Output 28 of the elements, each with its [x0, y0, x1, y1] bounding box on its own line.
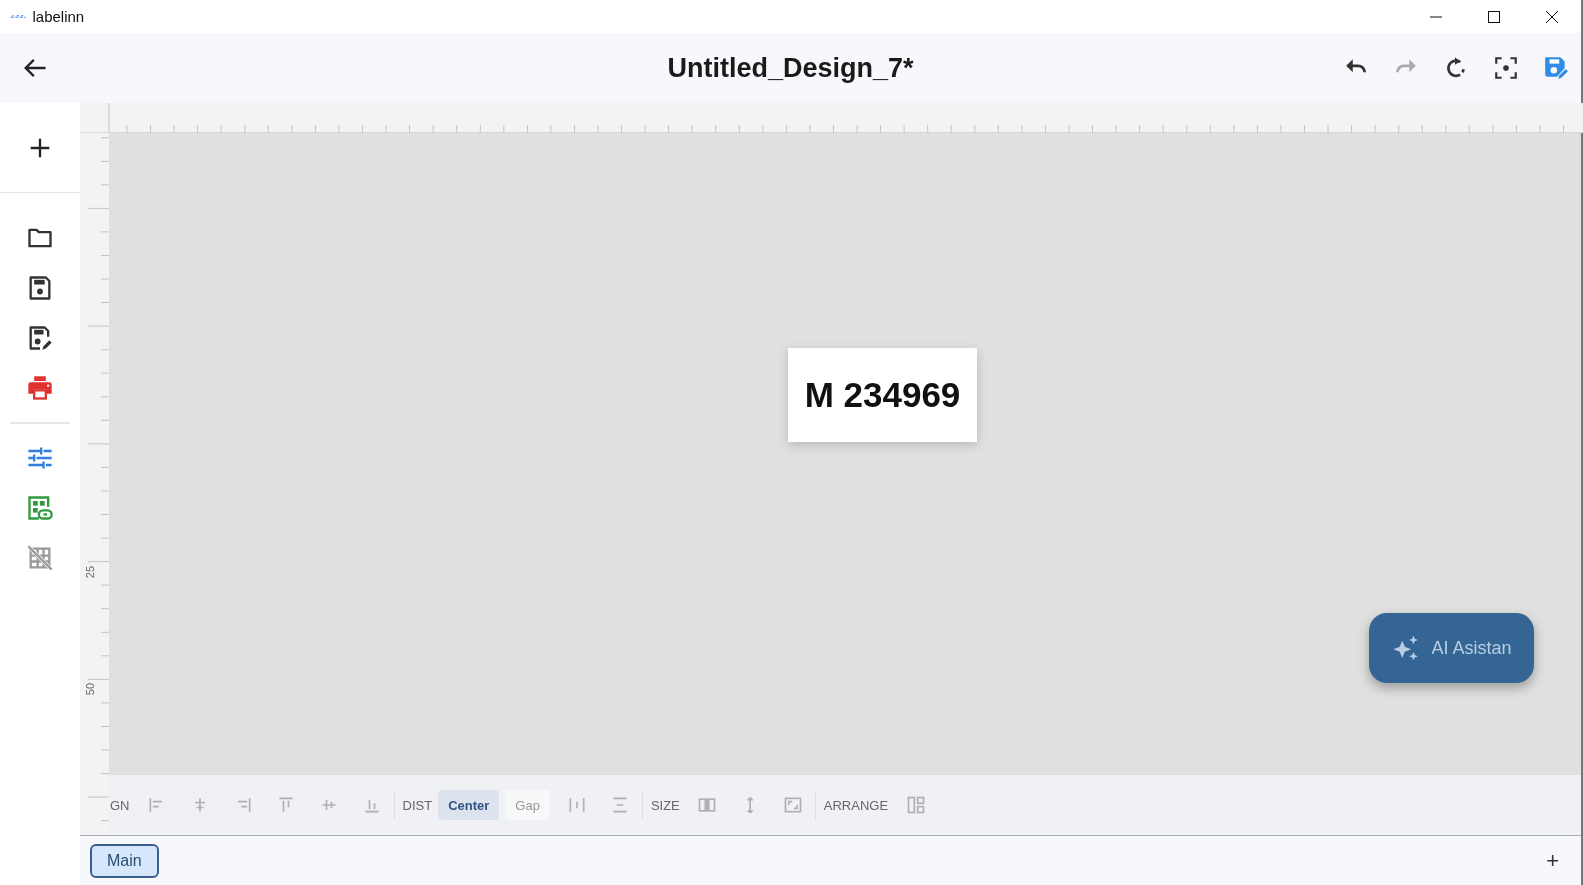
section-label: GN [110, 797, 130, 813]
distribute-horizontal-icon [567, 795, 588, 815]
mode-toggle[interactable]: Center [438, 790, 500, 820]
table-link-icon [26, 494, 54, 522]
ruler-label: 25 [84, 564, 96, 580]
match-height-icon [746, 796, 755, 814]
design-title: Untitled_Design_7* [667, 52, 914, 83]
align-top-icon [276, 795, 296, 815]
match-size-icon [783, 795, 804, 815]
label-text: M 234969 [804, 375, 961, 415]
ruler-label: 50 [84, 682, 96, 698]
save-edit-icon [1543, 55, 1569, 81]
app-logo-icon [10, 15, 27, 18]
section-label: SIZE [650, 797, 680, 813]
match-width-icon [697, 795, 718, 815]
page-tab[interactable]: Main [90, 843, 159, 878]
label-card[interactable]: M 234969 [788, 348, 977, 442]
section-label: DIST [402, 797, 433, 813]
add-page-button[interactable]: + [1542, 847, 1563, 874]
printer-icon [26, 374, 54, 402]
grid-off-icon [26, 544, 54, 572]
maximize-icon [1488, 10, 1500, 23]
section-label: ARRANGE [823, 797, 889, 813]
arrange-icon [905, 795, 926, 815]
window-title: labelinn [32, 8, 86, 25]
focus-icon [1493, 55, 1519, 81]
ai-assistant-button[interactable]: AI Asistan [1369, 613, 1534, 683]
close-icon [1546, 10, 1558, 23]
